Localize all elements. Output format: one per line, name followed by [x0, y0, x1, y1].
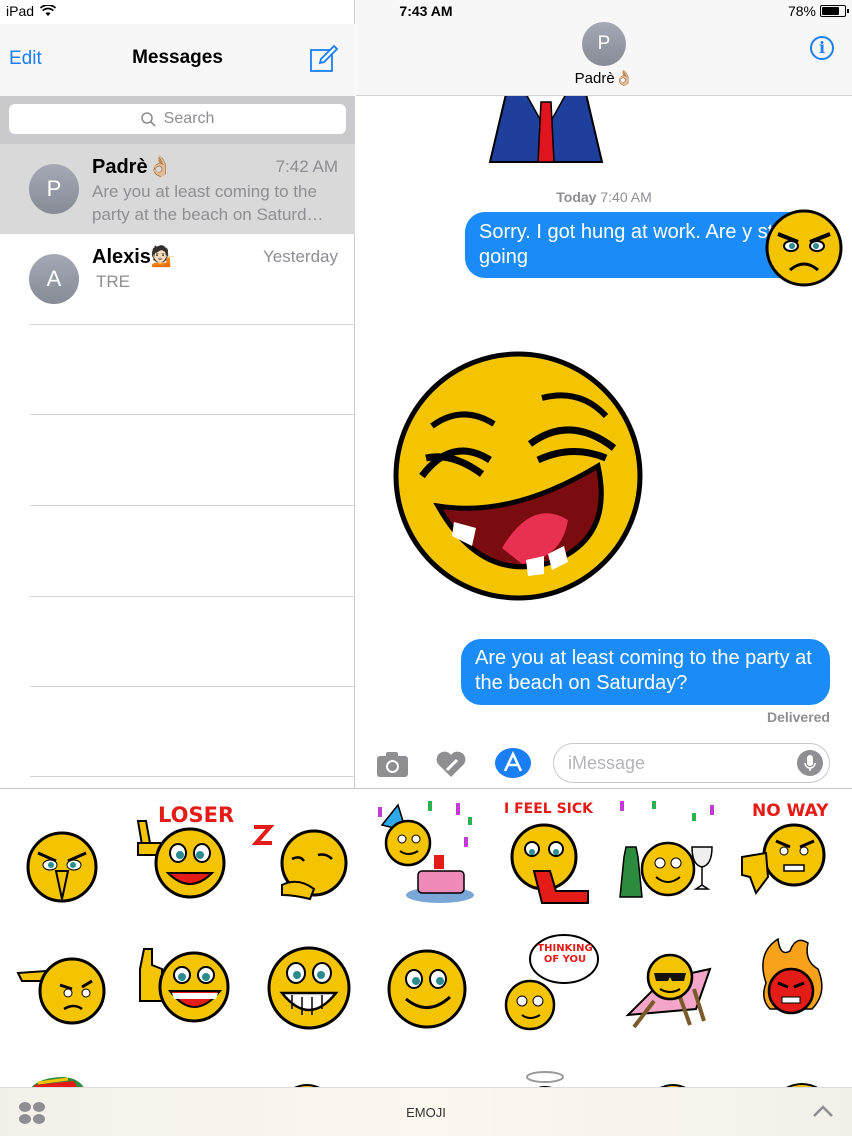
clock: 7:43 AM [399, 3, 453, 19]
sent-message[interactable]: Are you at least coming to the party at … [461, 639, 830, 705]
sticker-angry-point[interactable] [22, 823, 102, 907]
contact-name[interactable]: Padrè👌🏼 [356, 69, 852, 87]
avatar: P [29, 164, 79, 214]
page-title: Messages [132, 47, 223, 68]
delivery-status: Delivered [766, 709, 830, 725]
sticker-on-fire[interactable] [756, 933, 826, 1023]
timestamp-day: Today [556, 189, 597, 205]
sticker-birthday[interactable] [368, 797, 480, 909]
suit-sticker [488, 93, 604, 163]
battery-icon [820, 5, 849, 17]
divider [30, 414, 355, 415]
contact-name: Padrè👌🏼 [92, 156, 173, 178]
sticker-i-feel-sick[interactable]: I FEEL SICK [500, 799, 596, 909]
sticker-tray: LOSER I FEEL SICK NO WAY THINKING OF YOU [0, 788, 852, 1088]
contact-avatar[interactable]: P [582, 22, 626, 66]
chat-pane: P Padrè👌🏼 i Today 7:40 AM Sorry. I got h… [356, 0, 852, 788]
info-icon[interactable]: i [810, 36, 834, 60]
laughing-face-sticker [393, 351, 643, 601]
sticker-partial-halo[interactable] [520, 1069, 570, 1088]
conversation-time: Yesterday [263, 247, 338, 266]
message-input[interactable]: iMessage [553, 743, 830, 783]
timestamp-time: 7:40 AM [600, 189, 652, 205]
camera-icon[interactable] [376, 750, 410, 778]
divider [30, 686, 355, 687]
app-drawer-bar: EMOJI [0, 1087, 852, 1136]
divider [30, 505, 355, 506]
digital-touch-icon[interactable] [435, 750, 469, 778]
conversation-list-pane: Edit Messages Search P Padrè👌🏼 7:42 AM A… [0, 0, 355, 788]
message-input-placeholder: iMessage [568, 753, 646, 773]
sticker-beach-chair[interactable] [624, 949, 716, 1029]
messages-navbar: Edit Messages [0, 24, 355, 96]
search-placeholder: Search [163, 110, 215, 127]
message-preview: TRE [96, 272, 130, 291]
sticker-loser[interactable]: LOSER [132, 801, 234, 901]
conversation-time: 7:42 AM [275, 157, 338, 176]
divider [30, 596, 355, 597]
divider [30, 324, 355, 325]
search-area: Search [0, 96, 355, 144]
sticker-celebrate[interactable] [612, 797, 722, 907]
microphone-icon[interactable] [797, 750, 823, 776]
sticker-no-way[interactable]: NO WAY [738, 799, 838, 899]
sticker-caption: I FEEL SICK [504, 801, 593, 817]
sticker-smile[interactable] [384, 947, 470, 1031]
chevron-up-icon[interactable] [812, 1103, 834, 1119]
search-icon [140, 111, 156, 127]
sticker-pack-label: EMOJI [406, 1105, 446, 1120]
message-timestamp: Today 7:40 AM [356, 189, 852, 205]
message-preview: Are you at least coming to the party at … [92, 182, 324, 224]
battery-percent: 78% [787, 3, 816, 19]
app-store-icon[interactable] [494, 747, 532, 779]
contact-name: Alexis💁🏻 [92, 246, 176, 268]
avatar: A [29, 254, 79, 304]
sticker-point-side[interactable] [16, 951, 108, 1031]
compose-bar: iMessage [356, 736, 852, 788]
sticker-caption: THINKING OF YOU [537, 943, 593, 965]
sticker-thumbs-laugh[interactable] [132, 945, 232, 1033]
compose-icon[interactable] [309, 44, 339, 74]
conversation-row-padre[interactable]: P Padrè👌🏼 7:42 AM Are you at least comin… [0, 144, 355, 234]
sticker-big-grin[interactable] [264, 943, 354, 1033]
sticker-sleepy[interactable] [252, 817, 352, 909]
divider [30, 776, 355, 777]
search-field[interactable]: Search [9, 104, 346, 134]
angry-face-sticker [765, 209, 843, 287]
conversation-row-alexis[interactable]: A Alexis💁🏻 Yesterday TRE [0, 234, 355, 324]
status-bar: iPad 7:43 AM 78% [0, 0, 852, 24]
sticker-thinking-of-you[interactable]: THINKING OF YOU [498, 929, 602, 1033]
